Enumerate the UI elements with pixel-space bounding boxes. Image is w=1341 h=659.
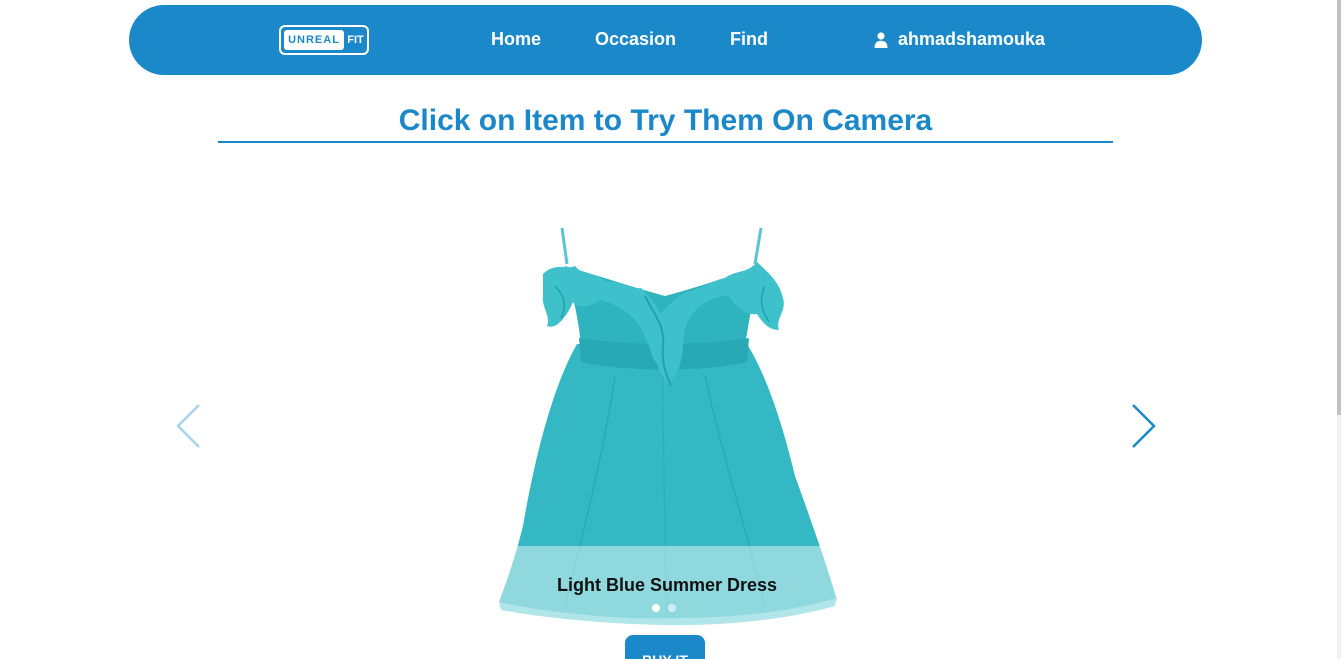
carousel-prev-button[interactable] xyxy=(174,403,204,449)
nav-occasion-link[interactable]: Occasion xyxy=(595,29,676,50)
logo-unreal-text: UNREAL xyxy=(284,30,344,50)
page-title: Click on Item to Try Them On Camera xyxy=(398,104,933,137)
navbar: UNREAL FIT Home Occasion Find ahmadshamo… xyxy=(129,5,1202,75)
chevron-left-icon xyxy=(176,404,200,448)
user-icon xyxy=(874,31,888,48)
product-caption: Light Blue Summer Dress xyxy=(556,575,778,595)
logo-fit-text: FIT xyxy=(347,34,364,46)
username-label: ahmadshamouka xyxy=(898,29,1046,49)
indicator-dot-1[interactable] xyxy=(652,604,660,612)
logo[interactable]: UNREAL FIT xyxy=(279,25,369,55)
carousel-next-button[interactable] xyxy=(1128,403,1158,449)
product-carousel: Light Blue Summer Dress xyxy=(0,0,1341,659)
buy-it-button[interactable]: BUY IT xyxy=(625,635,705,659)
chevron-right-icon xyxy=(1132,404,1156,448)
scrollbar-thumb[interactable] xyxy=(1337,0,1341,415)
carousel-indicators xyxy=(652,604,676,612)
user-account-link[interactable]: ahmadshamouka xyxy=(874,29,1045,50)
title-divider xyxy=(218,141,1113,143)
nav-find-link[interactable]: Find xyxy=(730,29,768,50)
indicator-dot-2[interactable] xyxy=(668,604,676,612)
nav-home-link[interactable]: Home xyxy=(491,29,541,50)
